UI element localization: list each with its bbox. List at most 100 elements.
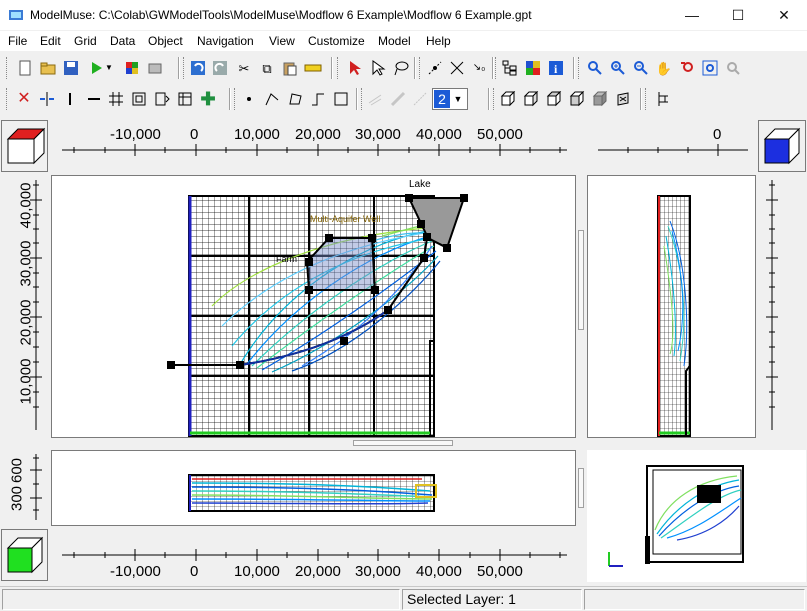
splitter-handle[interactable] — [578, 230, 584, 330]
pan-hand-icon[interactable]: ✋ — [654, 58, 674, 78]
menu-edit[interactable]: Edit — [40, 34, 61, 48]
lasso-icon[interactable] — [391, 58, 411, 78]
top-view-cube-button[interactable] — [1, 120, 48, 172]
create-rectangle-icon[interactable] — [331, 89, 351, 109]
ruler-label: 40,000 — [17, 182, 35, 229]
zoom-in-icon[interactable] — [608, 58, 628, 78]
new-file-icon[interactable] — [15, 58, 35, 78]
view-front-cube-icon[interactable] — [521, 89, 541, 109]
grid-angle-icon[interactable] — [152, 89, 172, 109]
front-view-canvas[interactable] — [52, 451, 576, 526]
menu-data[interactable]: Data — [110, 34, 135, 48]
create-polygon-icon[interactable] — [285, 89, 305, 109]
subdivide-grid-icon[interactable] — [106, 89, 126, 109]
run-model-icon[interactable] — [86, 58, 106, 78]
side-view-cube-icon — [763, 127, 801, 165]
import-model-icon[interactable] — [122, 58, 142, 78]
3d-view-canvas[interactable] — [587, 450, 806, 582]
menu-file[interactable]: File — [8, 34, 27, 48]
lake-label: Lake — [409, 179, 431, 190]
3d-view-panel[interactable] — [587, 450, 806, 582]
status-cell-empty — [2, 589, 400, 610]
close-button[interactable]: ✕ — [761, 0, 807, 30]
export-icon[interactable] — [145, 58, 165, 78]
horizontal-splitter[interactable] — [51, 439, 576, 448]
add-horizontal-gridline-icon[interactable] — [84, 89, 104, 109]
redo-icon[interactable] — [210, 58, 230, 78]
color-grid-icon[interactable] — [523, 58, 543, 78]
create-point-icon[interactable] — [239, 89, 259, 109]
grid-spacing-icon[interactable] — [129, 89, 149, 109]
zoom-out-icon[interactable] — [631, 58, 651, 78]
cross-section-icon[interactable] — [365, 89, 385, 109]
shaded-view-icon[interactable] — [613, 89, 633, 109]
side-view-cube-button[interactable] — [758, 120, 806, 172]
zoom-extents-icon[interactable] — [700, 58, 720, 78]
generate-grid-icon[interactable]: ✚ — [198, 89, 218, 109]
side-view-panel[interactable] — [587, 175, 756, 438]
move-gridline-icon[interactable] — [37, 89, 57, 109]
side-view-canvas[interactable] — [588, 176, 756, 438]
maximize-button[interactable]: ☐ — [715, 0, 761, 30]
solid-cube-icon[interactable] — [590, 89, 610, 109]
toolbar-area: ▼ ✂ ⧉ ↘₀ i ✋ ✕ ✚ — [0, 51, 807, 117]
ruler-label: 0 — [190, 563, 199, 580]
app-icon — [9, 10, 23, 20]
menu-view[interactable]: View — [269, 34, 295, 48]
view-3d-cube-icon[interactable] — [567, 89, 587, 109]
measure-icon[interactable] — [303, 58, 323, 78]
ruler-label: 50,000 — [477, 563, 523, 580]
add-vertical-gridline-icon[interactable] — [60, 89, 80, 109]
splitter-handle[interactable] — [353, 440, 453, 446]
minimize-button[interactable]: — — [669, 0, 715, 30]
selected-layer-status: Selected Layer: 1 — [402, 589, 582, 610]
run-dropdown-icon[interactable]: ▼ — [104, 58, 114, 78]
create-straight-line-icon[interactable] — [308, 89, 328, 109]
copy-icon[interactable]: ⧉ — [257, 58, 277, 78]
ruler-label: 0 — [190, 126, 199, 143]
view-side-cube-icon[interactable] — [544, 89, 564, 109]
cut-icon[interactable]: ✂ — [234, 58, 254, 78]
delete-vertex-icon[interactable] — [447, 58, 467, 78]
zoom-forward-icon[interactable] — [723, 58, 743, 78]
view-top-cube-icon[interactable] — [498, 89, 518, 109]
save-icon[interactable] — [61, 58, 81, 78]
vertical-splitter[interactable] — [577, 175, 586, 438]
front-view-panel[interactable] — [51, 450, 576, 526]
undo-icon[interactable] — [188, 58, 208, 78]
info-icon[interactable]: i — [546, 58, 566, 78]
chevron-down-icon[interactable]: ▼ — [450, 90, 466, 108]
ruler-label: 30,000 — [17, 240, 35, 287]
add-vertex-icon[interactable] — [425, 58, 445, 78]
menu-model[interactable]: Model — [378, 34, 411, 48]
rotate-cross-section-icon[interactable] — [388, 89, 408, 109]
menu-customize[interactable]: Customize — [308, 34, 365, 48]
front-view-cube-button[interactable] — [1, 529, 48, 581]
menu-grid[interactable]: Grid — [74, 34, 97, 48]
open-folder-icon[interactable] — [38, 58, 58, 78]
menu-object[interactable]: Object — [148, 34, 183, 48]
create-line-icon[interactable] — [262, 89, 282, 109]
title-bar: ModelMuse: C:\Colab\GWModelTools\ModelMu… — [0, 0, 807, 30]
edit-cross-section-icon[interactable] — [410, 89, 430, 109]
front-splitter[interactable] — [577, 450, 586, 526]
paste-icon[interactable] — [280, 58, 300, 78]
toolbar-row-1: ▼ ✂ ⧉ ↘₀ i ✋ — [0, 53, 807, 83]
delete-gridline-icon[interactable]: ✕ — [14, 89, 34, 109]
ruler-label: 10,000 — [234, 126, 280, 143]
frame-icon[interactable] — [652, 89, 672, 109]
select-arrow-icon[interactable] — [345, 58, 365, 78]
menu-help[interactable]: Help — [426, 34, 451, 48]
select-point-icon[interactable] — [368, 58, 388, 78]
ruler-label: 30,000 — [355, 563, 401, 580]
vertex-values-icon[interactable]: ↘₀ — [469, 58, 489, 78]
smooth-grid-icon[interactable] — [175, 89, 195, 109]
layer-selector[interactable]: 2 ▼ — [432, 88, 468, 110]
zoom-icon[interactable] — [585, 58, 605, 78]
zoom-back-icon[interactable] — [677, 58, 697, 78]
hierarchy-icon[interactable] — [500, 58, 520, 78]
top-view-cube-icon — [6, 127, 46, 165]
front-left-ruler: 600 300 — [0, 450, 50, 526]
menu-navigation[interactable]: Navigation — [197, 34, 254, 48]
top-view-panel[interactable]: Lake Multi-Aquifer Well Farm — [51, 175, 576, 438]
